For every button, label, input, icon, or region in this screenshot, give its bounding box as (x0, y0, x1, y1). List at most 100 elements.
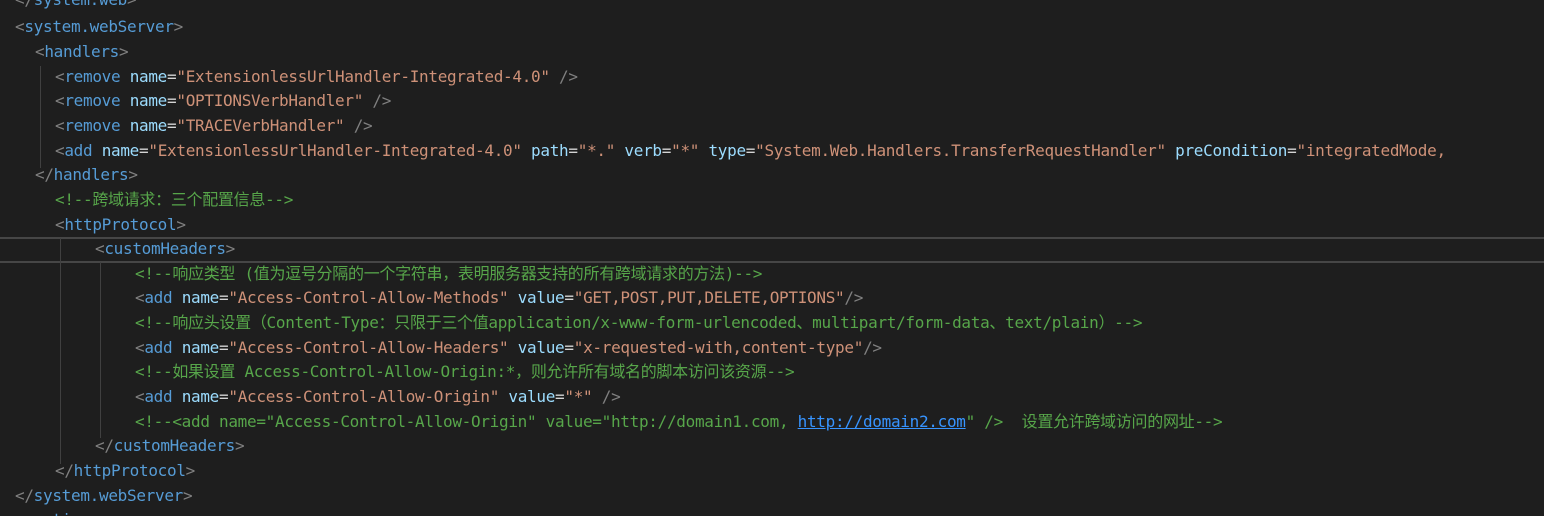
code-token: name (181, 288, 220, 307)
code-token: httpProtocol (64, 215, 177, 234)
code-token: "Access-Control-Allow-Origin" (228, 387, 500, 406)
code-token: remove (64, 91, 121, 110)
code-token: </ (95, 436, 114, 455)
code-token: > (185, 461, 196, 480)
code-line[interactable]: <add name="Access-Control-Allow-Methods"… (135, 286, 863, 311)
code-token: > (173, 17, 184, 36)
code-token: = (219, 288, 229, 307)
code-token: = (219, 338, 229, 357)
code-token: remove (64, 116, 121, 135)
code-line[interactable]: <!--响应头设置（Content-Type：只限于三个值application… (135, 311, 1142, 336)
code-token: <!--如果设置 Access-Control-Allow-Origin:*，则… (135, 362, 795, 381)
code-line[interactable]: <remove name="OPTIONSVerbHandler" /> (55, 89, 391, 114)
code-line[interactable]: <httpProtocol> (55, 213, 186, 238)
code-line[interactable]: <!--<add name="Access-Control-Allow-Orig… (135, 410, 1223, 435)
code-token: name (181, 338, 220, 357)
code-token: add (144, 387, 173, 406)
code-token: < (15, 510, 25, 516)
code-token: handlers (44, 42, 120, 61)
code-token: = (564, 338, 574, 357)
code-line[interactable]: </handlers> (35, 163, 138, 188)
code-token: runtime (24, 510, 90, 516)
code-token: name (101, 141, 140, 160)
code-token: < (135, 338, 145, 357)
code-line[interactable]: <runtime> (15, 508, 99, 516)
code-token: </ (15, 0, 34, 9)
code-token: < (135, 387, 145, 406)
code-token: < (135, 288, 145, 307)
code-token: /> (559, 67, 578, 86)
code-line[interactable]: <!--如果设置 Access-Control-Allow-Origin:*，则… (135, 360, 795, 385)
code-editor[interactable]: </system.web><system.webServer><handlers… (0, 0, 1544, 516)
code-token: "System.Web.Handlers.TransferRequestHand… (755, 141, 1166, 160)
code-token: remove (64, 67, 121, 86)
code-token: "ExtensionlessUrlHandler-Integrated-4.0" (148, 141, 522, 160)
code-token: < (35, 42, 45, 61)
code-token: " /> 设置允许跨域访问的网址--> (965, 412, 1223, 431)
code-token: /> (844, 288, 864, 307)
code-token: > (127, 0, 137, 9)
indent-guide (100, 262, 101, 438)
code-token: "Access-Control-Allow-Headers" (228, 338, 509, 357)
code-token: "x-requested-with,content-type" (573, 338, 864, 357)
code-token: value (508, 387, 556, 406)
code-token: = (219, 387, 229, 406)
code-token: add (144, 288, 173, 307)
code-token: /> (353, 116, 373, 135)
indent-guide (40, 66, 41, 168)
code-token: name (129, 91, 168, 110)
code-line[interactable]: </customHeaders> (95, 434, 245, 459)
code-token: > (176, 215, 186, 234)
code-line[interactable]: <add name="Access-Control-Allow-Headers"… (135, 336, 882, 361)
code-token: "*" (564, 387, 593, 406)
code-token: <!--<add name="Access-Control-Allow-Orig… (135, 412, 798, 431)
code-line[interactable]: </system.webServer> (15, 484, 193, 509)
code-token: path (531, 141, 569, 160)
code-token: = (167, 116, 177, 135)
code-token: value (517, 288, 565, 307)
code-line[interactable]: </system.web> (15, 0, 137, 13)
code-line[interactable]: </httpProtocol> (55, 459, 195, 484)
code-token: = (661, 141, 672, 160)
code-line[interactable]: <add name="ExtensionlessUrlHandler-Integ… (55, 139, 1446, 164)
code-token: system.webServer (24, 17, 174, 36)
code-token: "Access-Control-Allow-Methods" (228, 288, 509, 307)
code-token: < (55, 67, 65, 86)
code-line[interactable]: <add name="Access-Control-Allow-Origin" … (135, 385, 621, 410)
code-line[interactable]: <customHeaders> (95, 237, 235, 262)
code-link[interactable]: http://domain2.com (798, 412, 966, 431)
code-token: /> (372, 91, 392, 110)
code-line[interactable]: <!--响应类型 (值为逗号分隔的一个字符串，表明服务器支持的所有跨域请求的方法… (135, 262, 762, 287)
code-token: name (181, 387, 220, 406)
code-line[interactable]: <remove name="TRACEVerbHandler" /> (55, 114, 373, 139)
code-token: <!--响应类型 (值为逗号分隔的一个字符串，表明服务器支持的所有跨域请求的方法… (135, 264, 763, 283)
code-token: add (144, 338, 173, 357)
code-line[interactable]: <!--跨域请求：三个配置信息--> (55, 188, 293, 213)
code-token: name (129, 116, 168, 135)
code-token: > (128, 165, 138, 184)
code-token: < (55, 116, 65, 135)
code-line[interactable]: <remove name="ExtensionlessUrlHandler-In… (55, 65, 578, 90)
code-line[interactable]: <system.webServer> (15, 15, 183, 40)
code-token: = (745, 141, 756, 160)
code-token: add (64, 141, 93, 160)
code-token: "GET,POST,PUT,DELETE,OPTIONS" (573, 288, 845, 307)
code-token: </ (15, 486, 34, 505)
code-line[interactable]: <handlers> (35, 40, 129, 65)
code-token: handlers (53, 165, 129, 184)
code-token: = (564, 288, 574, 307)
code-token: /> (601, 387, 621, 406)
